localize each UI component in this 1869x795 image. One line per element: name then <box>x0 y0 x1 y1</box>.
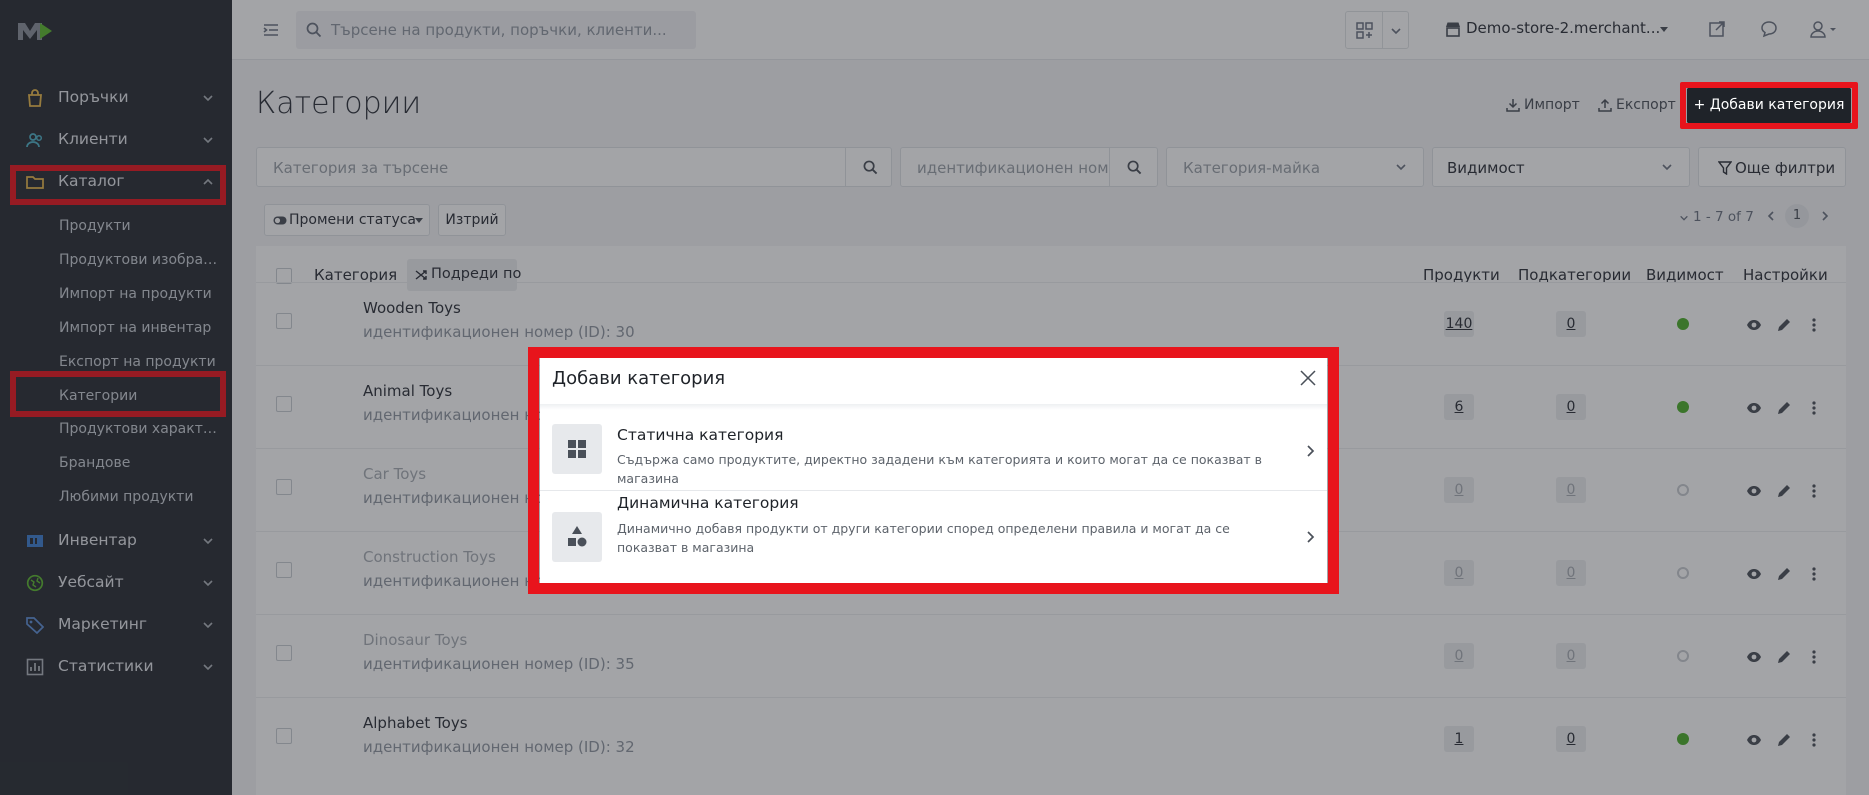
option-title: Статична категория <box>617 426 784 444</box>
dynamic-category-option[interactable]: Динамична категория Динамично добавя про… <box>540 491 1327 583</box>
modal-title: Добави категория <box>552 368 726 389</box>
shapes-icon <box>552 512 602 562</box>
add-category-button-highlighted: + Добави категория <box>1687 88 1851 123</box>
option-title: Динамична категория <box>617 494 799 512</box>
grid-icon <box>552 424 602 474</box>
static-category-option[interactable]: Статична категория Съдържа само продукти… <box>540 410 1327 490</box>
close-icon[interactable] <box>1299 369 1317 387</box>
option-description: Динамично добавя продукти от други катег… <box>617 521 1230 555</box>
chevron-right-icon <box>1306 444 1316 458</box>
chevron-right-icon <box>1306 530 1316 544</box>
add-category-modal: Добави категория Статична категория Съдъ… <box>540 358 1327 583</box>
option-description: Съдържа само продуктите, директно зададе… <box>617 452 1263 486</box>
